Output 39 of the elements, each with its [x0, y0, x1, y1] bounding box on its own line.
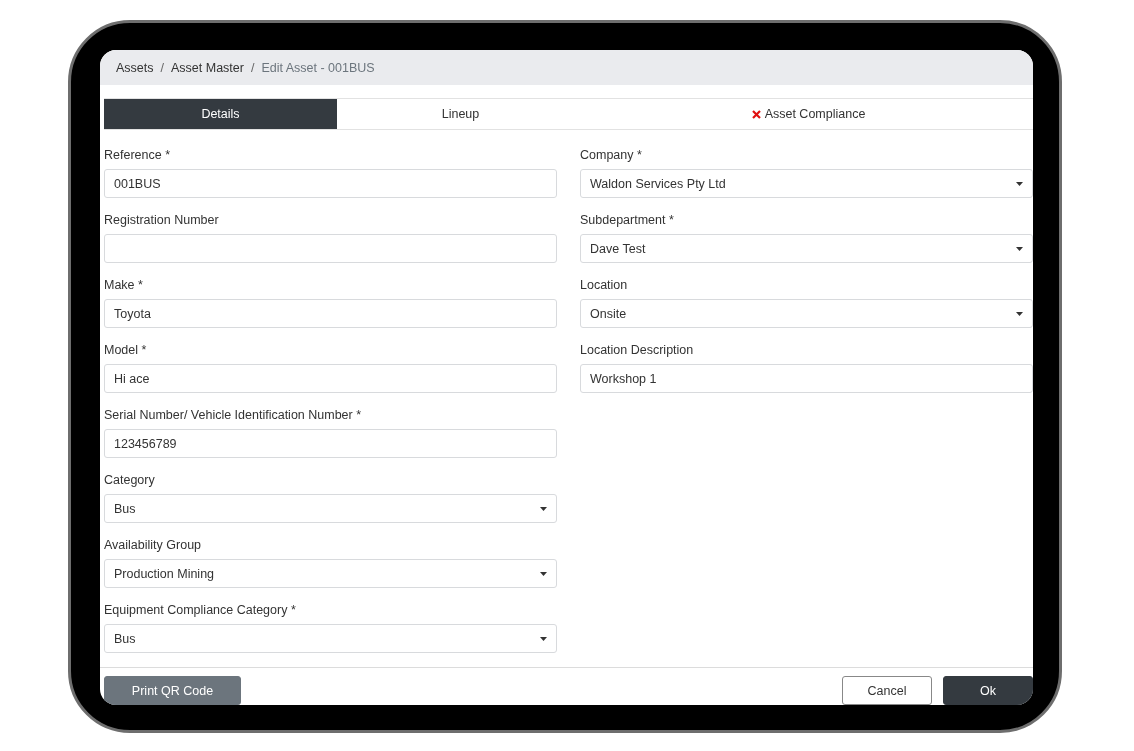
field-label: Location Description — [580, 342, 695, 358]
dropdown[interactable]: Waldon Services Pty Ltd — [580, 169, 1033, 198]
field-label: Category — [104, 472, 156, 488]
field-label: Subdepartment * — [580, 212, 675, 228]
caret-icon — [1016, 181, 1023, 186]
dropdown[interactable]: Bus — [104, 624, 557, 653]
dropdown[interactable]: Bus — [104, 494, 557, 523]
dropdown[interactable]: Onsite — [580, 299, 1033, 328]
input-field[interactable]: Toyota — [104, 299, 557, 328]
breadcrumb-link[interactable]: Asset Master — [171, 60, 244, 75]
cancel-button[interactable]: Cancel — [842, 676, 932, 705]
caret-icon — [540, 506, 547, 511]
ok-button[interactable]: Ok — [943, 676, 1033, 705]
field-label: Make * — [104, 277, 144, 293]
breadcrumb-separator: / — [250, 60, 255, 75]
print-qr-button[interactable]: Print QR Code — [104, 676, 241, 705]
caret-icon — [1016, 311, 1023, 316]
caret-icon — [540, 636, 547, 641]
breadcrumb-current: Edit Asset - 001BUS — [261, 60, 375, 75]
field-label: Equipment Compliance Category * — [104, 602, 297, 618]
input-field[interactable]: Workshop 1 — [580, 364, 1033, 393]
tab[interactable]: Details — [104, 99, 337, 129]
caret-icon — [540, 571, 547, 576]
field-label: Company * — [580, 147, 643, 163]
field-label: Registration Number — [104, 212, 220, 228]
field-label: Availability Group — [104, 537, 203, 553]
breadcrumb-separator: / — [160, 60, 164, 75]
input-field[interactable] — [104, 234, 557, 263]
dropdown[interactable]: Production Mining — [104, 559, 557, 588]
field-label: Serial Number/ Vehicle Identification Number * — [104, 407, 363, 423]
field-label: Reference * — [104, 147, 171, 163]
input-field[interactable]: 123456789 — [104, 429, 557, 458]
input-field[interactable]: Hi ace — [104, 364, 557, 393]
input-field[interactable]: 001BUS — [104, 169, 557, 198]
caret-icon — [1016, 246, 1023, 251]
field-label: Model * — [104, 342, 148, 358]
dropdown[interactable]: Dave Test — [580, 234, 1033, 263]
breadcrumb-link[interactable]: Assets — [116, 60, 154, 75]
field-label: Location — [580, 277, 629, 293]
